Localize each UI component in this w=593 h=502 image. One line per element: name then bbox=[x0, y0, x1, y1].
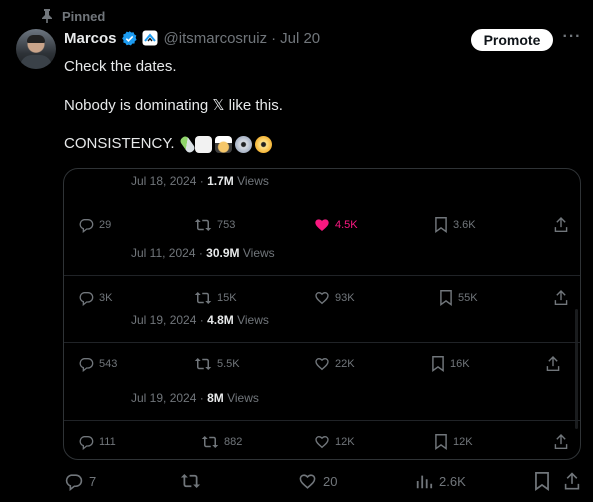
repost-icon bbox=[194, 217, 212, 233]
pinned-indicator: Pinned bbox=[41, 6, 105, 26]
repost-button[interactable]: 15K bbox=[194, 288, 237, 308]
display-name[interactable]: Marcos bbox=[64, 30, 117, 47]
bookmark-button[interactable]: 55K bbox=[439, 288, 478, 308]
syringe-emoji-icon bbox=[178, 134, 196, 154]
share-icon bbox=[554, 217, 568, 233]
embedded-post-2-stamp: Jul 11, 2024 · 30.9M Views bbox=[131, 246, 275, 260]
like-button[interactable]: 4.5K bbox=[314, 215, 358, 235]
affiliate-badge-icon[interactable] bbox=[142, 30, 158, 46]
repost-icon bbox=[201, 434, 219, 450]
emoji-group bbox=[178, 134, 272, 154]
reply-icon bbox=[78, 290, 94, 306]
dvd-emoji-icon bbox=[234, 135, 252, 153]
embedded-post-4-actions: 111 882 12K 12K bbox=[64, 432, 580, 452]
bookmark-button[interactable]: 3.6K bbox=[434, 215, 476, 235]
tweet-text-line-2: Nobody is dominating 𝕏 like this. bbox=[64, 97, 283, 114]
reply-button[interactable]: 7 bbox=[64, 470, 96, 492]
post-action-bar: 7 20 2.6K bbox=[0, 470, 593, 492]
embedded-post-4-stamp: Jul 19, 2024 · 8M Views bbox=[131, 391, 259, 405]
bookmark-icon bbox=[431, 356, 445, 372]
more-options-button[interactable]: ··· bbox=[561, 29, 583, 46]
share-icon bbox=[546, 356, 560, 372]
reply-icon bbox=[78, 217, 94, 233]
reply-button[interactable]: 111 bbox=[78, 432, 116, 452]
reply-icon bbox=[78, 356, 94, 372]
views-count: 2.6K bbox=[439, 473, 466, 489]
bookmark-button[interactable] bbox=[534, 470, 550, 492]
share-icon bbox=[554, 290, 568, 306]
heart-icon bbox=[314, 290, 330, 306]
heart-icon bbox=[314, 356, 330, 372]
reply-icon bbox=[64, 472, 83, 491]
bookmark-button[interactable]: 12K bbox=[434, 432, 473, 452]
share-icon bbox=[554, 434, 568, 450]
cd-emoji-icon bbox=[254, 135, 272, 153]
author-handle[interactable]: @itsmarcosruiz bbox=[164, 30, 268, 47]
embedded-post-3-actions: 543 5.5K 22K 16K bbox=[64, 354, 580, 374]
share-button[interactable] bbox=[564, 470, 580, 492]
heart-icon bbox=[314, 434, 330, 450]
embedded-post-2-actions: 3K 15K 93K 55K bbox=[64, 288, 580, 308]
pinned-label: Pinned bbox=[62, 8, 106, 24]
bookmark-icon bbox=[439, 290, 453, 306]
reply-button[interactable]: 543 bbox=[78, 354, 117, 374]
share-button[interactable] bbox=[554, 288, 568, 308]
share-button[interactable] bbox=[554, 215, 568, 235]
heart-icon bbox=[298, 472, 317, 491]
like-button[interactable]: 12K bbox=[314, 432, 355, 452]
meta-separator: · bbox=[271, 29, 277, 47]
tweet-text-line-3: CONSISTENCY. bbox=[64, 134, 272, 154]
embedded-post-1-actions: 29 753 4.5K 3.6K bbox=[64, 215, 580, 235]
embedded-media-card[interactable]: Jul 18, 2024 · 1.7M Views 29 753 4.5K 3.… bbox=[63, 168, 581, 460]
embedded-post-3-stamp: Jul 19, 2024 · 4.8M Views bbox=[131, 313, 269, 327]
bookmark-icon bbox=[534, 471, 550, 491]
avatar[interactable] bbox=[16, 29, 56, 69]
repost-button[interactable]: 882 bbox=[201, 432, 242, 452]
repost-button[interactable]: 5.5K bbox=[194, 354, 240, 374]
like-count: 20 bbox=[323, 473, 338, 489]
share-button[interactable] bbox=[546, 354, 560, 374]
lab-coat-emoji-icon bbox=[194, 135, 212, 153]
like-button[interactable]: 93K bbox=[314, 288, 355, 308]
analytics-icon bbox=[415, 472, 433, 490]
consistency-text: CONSISTENCY. bbox=[64, 135, 175, 152]
share-icon bbox=[564, 471, 580, 491]
bookmark-icon bbox=[434, 434, 448, 450]
post-date[interactable]: Jul 20 bbox=[280, 30, 320, 47]
share-button[interactable] bbox=[554, 432, 568, 452]
cook-emoji-icon bbox=[214, 135, 232, 153]
tweet-text-line-1: Check the dates. bbox=[64, 58, 177, 75]
pin-icon bbox=[41, 9, 53, 23]
reply-icon bbox=[78, 434, 94, 450]
repost-button[interactable] bbox=[180, 470, 207, 492]
bookmark-icon bbox=[434, 217, 448, 233]
repost-icon bbox=[180, 472, 201, 490]
post-header: Marcos @itsmarcosruiz · Jul 20 bbox=[64, 28, 320, 48]
views-button[interactable]: 2.6K bbox=[415, 470, 466, 492]
repost-icon bbox=[194, 356, 212, 372]
verified-badge-icon[interactable] bbox=[121, 30, 138, 47]
repost-button[interactable]: 753 bbox=[194, 215, 235, 235]
reply-button[interactable]: 3K bbox=[78, 288, 112, 308]
repost-icon bbox=[194, 290, 212, 306]
like-button[interactable]: 22K bbox=[314, 354, 355, 374]
promote-button[interactable]: Promote bbox=[471, 29, 553, 51]
reply-button[interactable]: 29 bbox=[78, 215, 111, 235]
like-button[interactable]: 20 bbox=[298, 470, 337, 492]
heart-filled-icon bbox=[314, 217, 330, 233]
bookmark-button[interactable]: 16K bbox=[431, 354, 470, 374]
reply-count: 7 bbox=[89, 473, 97, 489]
embedded-post-1-stamp: Jul 18, 2024 · 1.7M Views bbox=[131, 174, 269, 188]
